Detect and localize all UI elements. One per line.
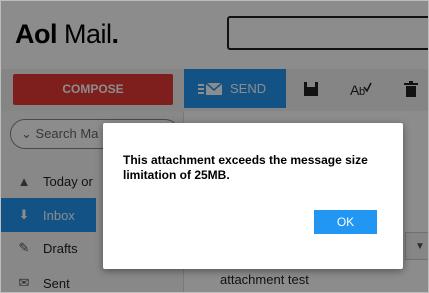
attachment-size-dialog: This attachment exceeds the message size…: [103, 123, 403, 269]
app-window: Aol Mail. COMPOSE SEND Ab ⌄ Search Ma ▲ …: [0, 0, 429, 293]
ok-button[interactable]: OK: [314, 210, 377, 234]
dialog-message: This attachment exceeds the message size…: [123, 153, 368, 182]
